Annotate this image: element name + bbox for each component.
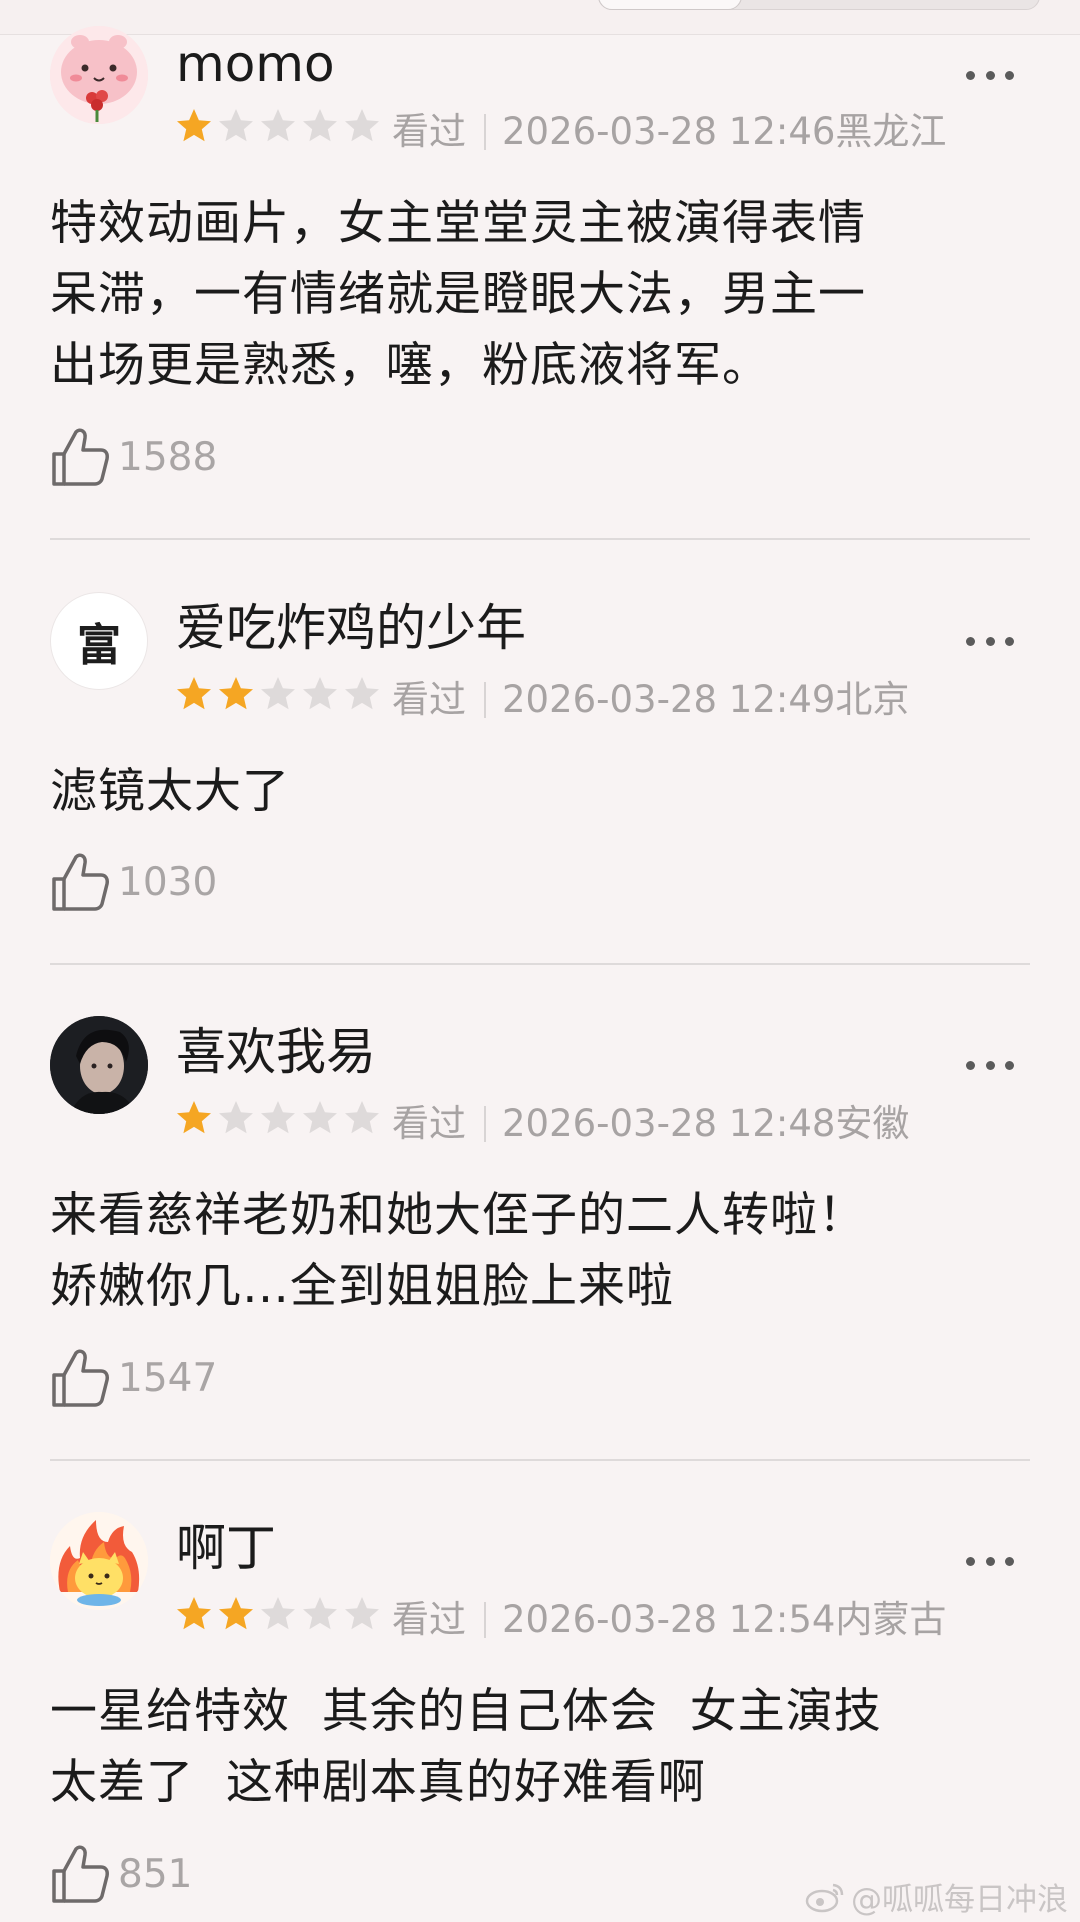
avatar[interactable]	[50, 1016, 148, 1114]
star-rating	[174, 1594, 382, 1634]
star-filled-icon	[177, 1597, 211, 1630]
review-location: 黑龙江	[835, 110, 947, 153]
star-empty-icon	[261, 1597, 295, 1630]
thumbs-up-icon	[52, 1349, 109, 1407]
pink-cartoon-avatar-icon	[50, 26, 148, 124]
star-empty-icon	[303, 109, 337, 142]
star-filled-icon	[219, 677, 253, 710]
meta-separator	[484, 682, 486, 718]
thumbs-up-icon	[52, 428, 109, 486]
star-empty-icon	[345, 109, 379, 142]
star-rating	[174, 106, 382, 146]
avatar-text: 富	[77, 620, 121, 671]
more-options-icon[interactable]	[966, 1058, 1014, 1072]
star-empty-icon	[261, 677, 295, 710]
top-segment-selected[interactable]	[598, 0, 742, 10]
like-button[interactable]: 1547	[50, 1346, 217, 1410]
watched-label: 看过	[392, 1598, 466, 1641]
more-options-icon[interactable]	[966, 1554, 1014, 1568]
review-meta: 看过 2026-03-28 12:49 北京	[392, 676, 909, 724]
avatar[interactable]	[50, 1512, 148, 1610]
username[interactable]: 啊丁	[176, 1518, 276, 1578]
like-count: 1588	[118, 434, 218, 480]
star-rating	[174, 1098, 382, 1138]
star-filled-icon	[177, 1101, 211, 1134]
star-empty-icon	[345, 1101, 379, 1134]
thumbs-up-icon	[52, 853, 109, 911]
thumbs-up-icon	[52, 1845, 109, 1903]
meta-separator	[484, 114, 486, 150]
like-button[interactable]: 851	[50, 1842, 192, 1906]
star-filled-icon	[219, 1597, 253, 1630]
review-meta: 看过 2026-03-28 12:46 黑龙江	[392, 108, 946, 156]
divider	[50, 1459, 1030, 1461]
watermark: @呱呱每日冲浪	[805, 1874, 1068, 1919]
star-filled-icon	[177, 677, 211, 710]
review-datetime: 2026-03-28 12:46	[502, 110, 836, 153]
review-text: 特效动画片，女主堂堂灵主被演得表情 呆滞，一有情绪就是瞪眼大法，男主一 出场更是…	[50, 196, 866, 393]
review-text: 滤镜太大了	[50, 764, 290, 819]
star-empty-icon	[219, 1101, 253, 1134]
review-datetime: 2026-03-28 12:48	[502, 1102, 836, 1145]
more-options-icon[interactable]	[966, 634, 1014, 648]
like-button[interactable]: 1030	[50, 850, 217, 914]
weibo-logo-icon	[805, 1883, 844, 1912]
star-filled-icon	[177, 109, 211, 142]
meta-separator	[484, 1602, 486, 1638]
star-rating	[174, 674, 382, 714]
divider	[50, 538, 1030, 540]
review-location: 北京	[835, 678, 910, 721]
avatar[interactable]	[50, 26, 148, 124]
star-empty-icon	[303, 1101, 337, 1134]
star-empty-icon	[219, 109, 253, 142]
flame-cat-avatar-icon	[50, 1512, 148, 1610]
more-options-icon[interactable]	[966, 68, 1014, 82]
meta-separator	[484, 1106, 486, 1142]
star-empty-icon	[261, 1101, 295, 1134]
watermark-text: @呱呱每日冲浪	[851, 1882, 1068, 1918]
username[interactable]: 爱吃炸鸡的少年	[176, 598, 526, 658]
dark-photo-avatar-icon	[50, 1016, 148, 1114]
username[interactable]: 喜欢我易	[176, 1022, 376, 1082]
top-strip	[0, 0, 1080, 35]
star-empty-icon	[303, 677, 337, 710]
review-meta: 看过 2026-03-28 12:54 内蒙古	[392, 1596, 946, 1644]
review-text: 来看慈祥老奶和她大侄子的二人转啦！ 娇嫩你几…全到姐姐脸上来啦	[50, 1188, 866, 1314]
avatar[interactable]: 富	[50, 592, 148, 690]
star-empty-icon	[261, 109, 295, 142]
star-empty-icon	[345, 1597, 379, 1630]
watched-label: 看过	[392, 110, 466, 153]
review-location: 内蒙古	[835, 1598, 947, 1641]
star-empty-icon	[345, 677, 379, 710]
watched-label: 看过	[392, 678, 466, 721]
review-text: 一星给特效 其余的自己体会 女主演技 太差了 这种剧本真的好难看啊	[50, 1684, 882, 1810]
star-empty-icon	[303, 1597, 337, 1630]
divider	[50, 963, 1030, 965]
like-count: 1030	[118, 859, 218, 905]
review-meta: 看过 2026-03-28 12:48 安徽	[392, 1100, 909, 1148]
like-count: 851	[118, 1851, 193, 1897]
like-button[interactable]: 1588	[50, 425, 217, 489]
watched-label: 看过	[392, 1102, 466, 1145]
username[interactable]: momo	[176, 34, 335, 94]
review-location: 安徽	[835, 1102, 910, 1145]
review-datetime: 2026-03-28 12:54	[502, 1598, 836, 1641]
like-count: 1547	[118, 1355, 218, 1401]
review-datetime: 2026-03-28 12:49	[502, 678, 836, 721]
